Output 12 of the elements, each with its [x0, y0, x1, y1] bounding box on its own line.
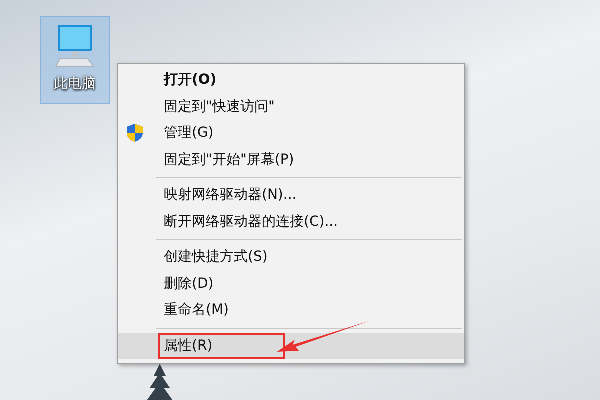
menu-item[interactable]: 重命名(M) — [118, 297, 464, 324]
menu-item[interactable]: 断开网络驱动器的连接(C)... — [118, 208, 464, 235]
menu-item[interactable]: 固定到"开始"屏幕(P) — [118, 146, 464, 173]
menu-item[interactable]: 创建快捷方式(S) — [118, 244, 464, 270]
shield-icon — [126, 123, 144, 144]
menu-item[interactable]: 管理(G) — [118, 120, 464, 146]
menu-item[interactable]: 固定到"快速访问" — [118, 94, 464, 120]
menu-item[interactable]: 映射网络驱动器(N)... — [118, 182, 464, 208]
menu-item[interactable]: 打开(O) — [118, 67, 464, 94]
menu-item[interactable]: 属性(R) — [118, 332, 464, 359]
menu-item[interactable]: 删除(D) — [118, 270, 464, 297]
icon-label: 此电脑 — [54, 75, 96, 93]
